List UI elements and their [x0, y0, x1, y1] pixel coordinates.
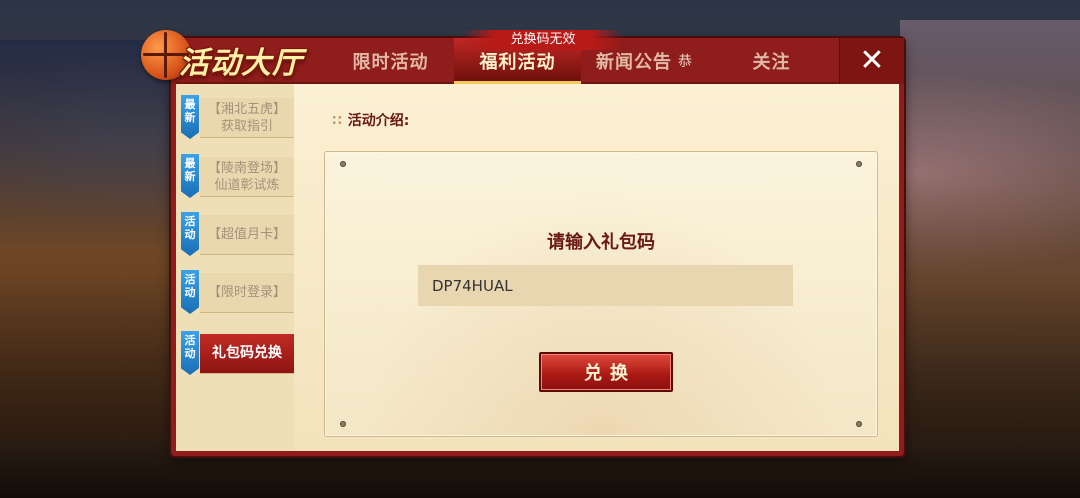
- tab-label: 限时活动: [352, 52, 429, 73]
- sidebar-item-line2: 获取指引: [220, 118, 273, 134]
- sidebar-item-label: 【湘北五虎】 获取指引: [200, 98, 294, 138]
- sidebar-item-line1: 【限时登录】: [207, 285, 286, 300]
- sidebar-item-label: 【陵南登场】 仙道彰试炼: [200, 157, 294, 197]
- intro-heading: ∷ 活动介绍:: [332, 110, 409, 130]
- sidebar-item-label: 礼包码兑换: [200, 334, 294, 374]
- bolt-icon: [340, 421, 346, 427]
- sidebar-item-gift-code[interactable]: 活动 礼包码兑换: [176, 331, 294, 375]
- sidebar-item-xiangbei[interactable]: 最新 【湘北五虎】 获取指引: [176, 95, 294, 139]
- sidebar-item-line1: 【湘北五虎】: [207, 101, 286, 117]
- tab-label: 福利活动: [479, 52, 556, 73]
- tab-extra-text: 恭: [678, 54, 693, 70]
- sidebar-item-monthly-card[interactable]: 活动 【超值月卡】: [176, 212, 294, 256]
- event-content: ∷ 活动介绍: 请输入礼包码 兑换: [294, 84, 899, 451]
- event-sidebar: 最新 【湘北五虎】 获取指引 最新 【陵南登场】 仙道彰试炼 活动 【超值月卡】: [176, 84, 294, 451]
- page-title: 活动大厅: [179, 46, 303, 81]
- tab-limited-events[interactable]: 限时活动: [327, 38, 454, 84]
- gift-code-card: 请输入礼包码 兑换: [324, 151, 878, 437]
- tab-label: 关注: [752, 52, 791, 73]
- tab-follow[interactable]: 关注: [708, 38, 835, 84]
- event-badge: 活动: [181, 331, 199, 375]
- event-hall-panel: 最新 【湘北五虎】 获取指引 最新 【陵南登场】 仙道彰试炼 活动 【超值月卡】: [171, 38, 904, 456]
- background-stall-right: [900, 20, 1080, 480]
- panel-body: 最新 【湘北五虎】 获取指引 最新 【陵南登场】 仙道彰试炼 活动 【超值月卡】: [176, 82, 899, 451]
- sidebar-item-line1: 【超值月卡】: [207, 227, 286, 242]
- redeem-button[interactable]: 兑换: [539, 352, 673, 392]
- close-icon: ✕: [859, 43, 885, 78]
- new-badge: 最新: [181, 154, 199, 198]
- tab-label: 新闻公告: [596, 52, 672, 73]
- title-logo: 活动大厅: [141, 26, 331, 88]
- sidebar-item-line1: 【陵南登场】: [207, 160, 286, 176]
- event-badge: 活动: [181, 270, 199, 314]
- sidebar-item-label: 【限时登录】: [200, 273, 294, 313]
- sidebar-item-line1: 礼包码兑换: [212, 345, 282, 361]
- sidebar-item-label: 【超值月卡】: [200, 215, 294, 255]
- background-stall-left: [0, 40, 175, 460]
- sidebar-item-line2: 仙道彰试炼: [214, 177, 280, 193]
- sidebar-item-lingnan[interactable]: 最新 【陵南登场】 仙道彰试炼: [176, 154, 294, 198]
- bolt-icon: [856, 161, 862, 167]
- event-badge: 活动: [181, 212, 199, 256]
- card-title: 请输入礼包码: [547, 232, 655, 253]
- bolt-icon: [856, 421, 862, 427]
- dots-icon: ∷: [332, 113, 342, 129]
- new-badge: 最新: [181, 95, 199, 139]
- error-toast: 兑换码无效: [463, 30, 623, 50]
- sidebar-item-limited-login[interactable]: 活动 【限时登录】: [176, 270, 294, 314]
- gift-code-input[interactable]: [418, 265, 793, 306]
- close-button[interactable]: ✕: [839, 38, 904, 84]
- bolt-icon: [340, 161, 346, 167]
- intro-label: 活动介绍:: [347, 113, 410, 129]
